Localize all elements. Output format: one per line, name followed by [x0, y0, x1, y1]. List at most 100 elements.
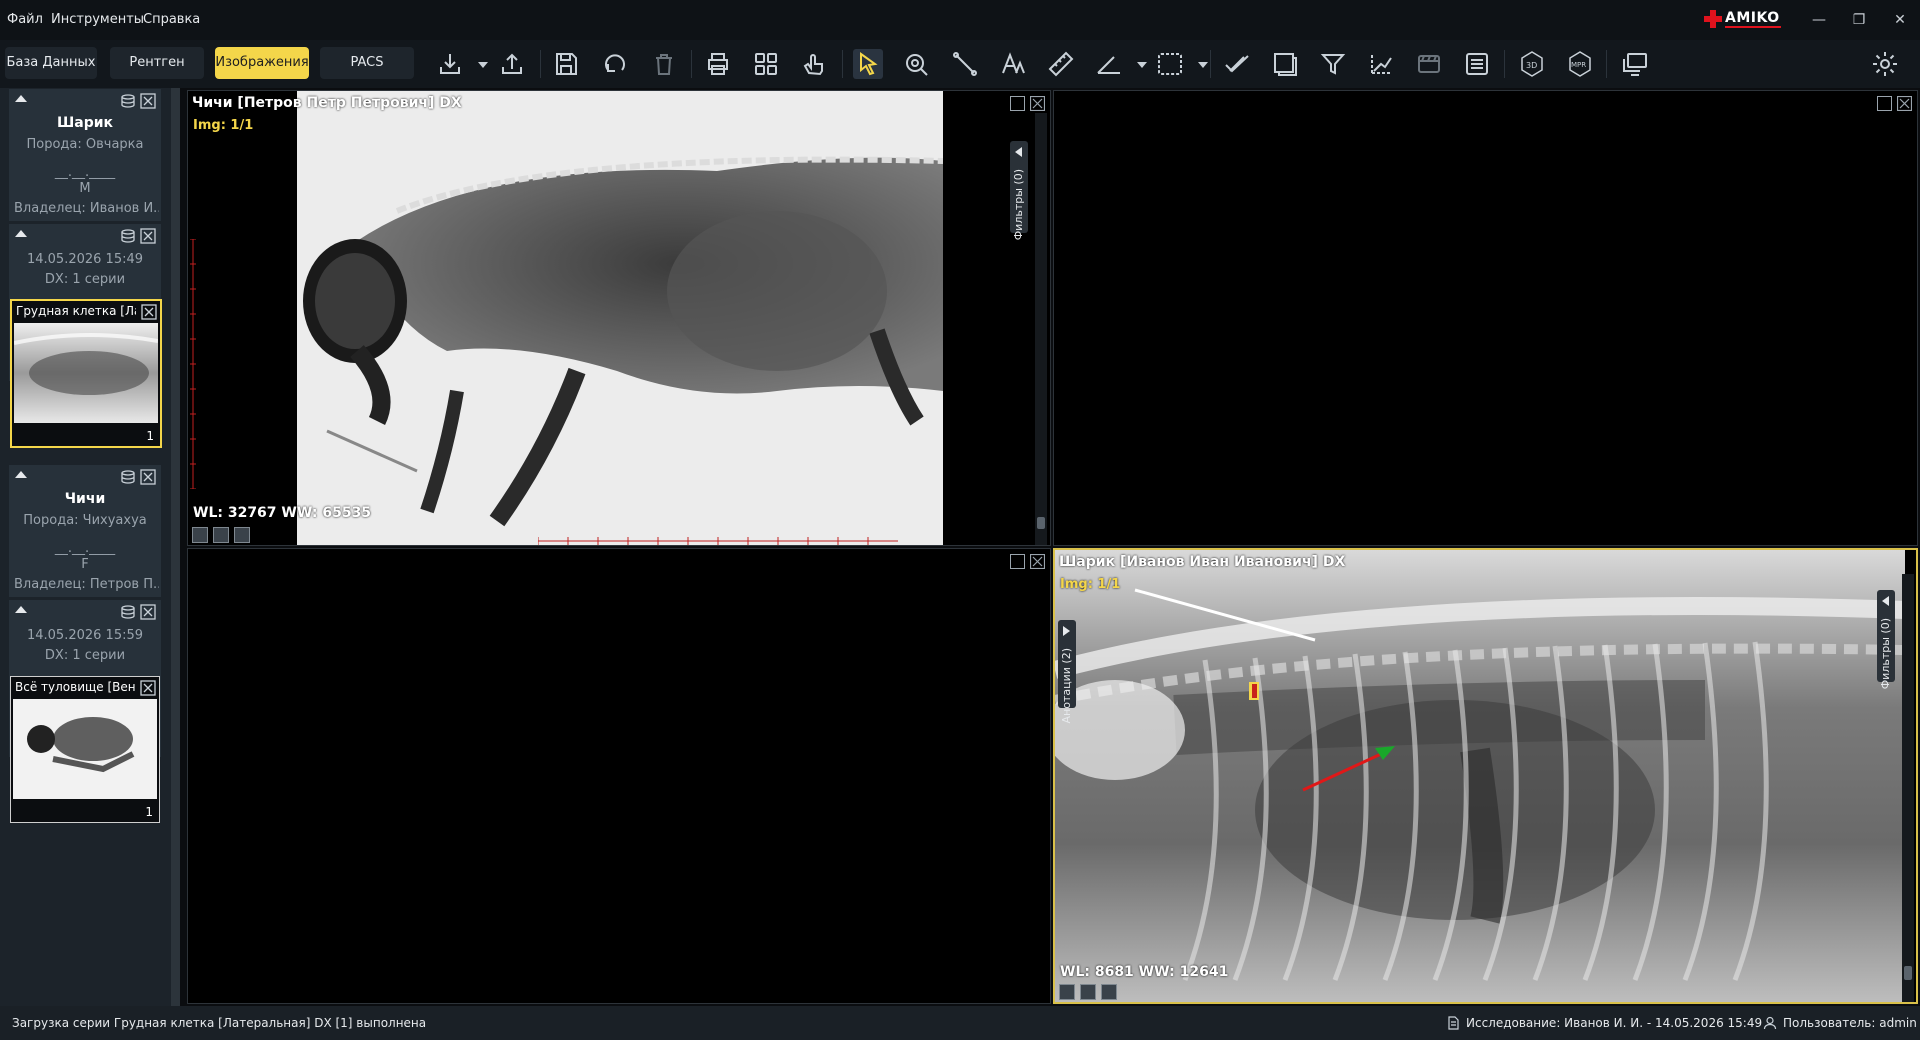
list-icon[interactable] [1462, 49, 1492, 79]
filters-tab[interactable]: Фильтры (0) [1877, 590, 1895, 689]
database-icon[interactable] [120, 469, 136, 485]
settings-icon[interactable] [1870, 49, 1900, 79]
restore-button[interactable]: ❐ [1849, 10, 1869, 30]
status-bar: Загрузка серии Грудная клетка [Латеральн… [0, 1006, 1920, 1040]
layout-icon[interactable] [213, 527, 229, 543]
film-icon[interactable] [1414, 49, 1444, 79]
dropdown-icon[interactable] [468, 49, 488, 79]
measure-icon[interactable] [1366, 49, 1396, 79]
viewport-top-left[interactable]: Чичи [Петров Петр Петрович] DX Img: 1/1 … [187, 90, 1051, 546]
monitor-icon[interactable] [1620, 49, 1650, 79]
viewport-top-right[interactable] [1053, 90, 1918, 546]
dropdown-icon[interactable] [1188, 49, 1208, 79]
save-icon[interactable] [551, 49, 581, 79]
patient-card[interactable]: Чичи Порода: Чихуахуа __.__.____ F Владе… [9, 465, 161, 597]
viewport-title: Шарик [Иванов Иван Иванович] DX [1059, 554, 1346, 570]
pointer-icon[interactable] [853, 49, 883, 79]
viewport-bottom-right[interactable]: Шарик [Иванов Иван Иванович] DX Img: 1/1… [1053, 548, 1918, 1004]
expand-icon [1015, 147, 1022, 157]
series-title: Всё туловище [Вент [15, 680, 135, 694]
close-icon[interactable] [140, 469, 156, 485]
close-icon[interactable] [140, 680, 156, 696]
select-icon[interactable] [1155, 49, 1185, 79]
angle-icon[interactable] [1094, 49, 1124, 79]
minimize-button[interactable]: — [1809, 10, 1829, 30]
nav-pacs-button[interactable]: PACS [320, 47, 414, 79]
nav-xray-button[interactable]: Рентген [110, 47, 204, 79]
scroll-thumb[interactable] [1904, 966, 1912, 980]
brand-name: AMIKO [1725, 10, 1780, 26]
collapse-icon[interactable] [15, 606, 27, 613]
grid-icon[interactable] [751, 49, 781, 79]
database-icon[interactable] [120, 93, 136, 109]
3d-icon[interactable]: 3D [1517, 49, 1547, 79]
nav-database-button[interactable]: База Данных [5, 47, 97, 79]
patient-dob: __.__.____ [54, 541, 116, 556]
check-icon[interactable] [1222, 49, 1252, 79]
collapse-icon[interactable] [15, 471, 27, 478]
trash-icon[interactable] [649, 49, 679, 79]
patient-breed: Порода: Чихуахуа [23, 513, 147, 528]
user-icon [1763, 1016, 1777, 1030]
series-thumbnail[interactable]: Грудная клетка [Лат 1 [10, 299, 162, 448]
collapse-icon[interactable] [15, 230, 27, 237]
image-index: Img: 1/1 [1060, 577, 1121, 592]
database-icon[interactable] [120, 228, 136, 244]
filters-tab[interactable]: Фильтры (0) [1010, 141, 1028, 240]
window-level: WL: 8681 WW: 12641 [1060, 964, 1229, 980]
crop-icon[interactable] [1270, 49, 1300, 79]
annotations-tab[interactable]: Анотации (2) [1058, 620, 1076, 723]
xray-image-chihuahua [297, 91, 943, 545]
close-icon[interactable] [1030, 96, 1045, 111]
amiko-logo: AMIKO [1704, 9, 1786, 31]
rotate-icon[interactable] [600, 49, 630, 79]
viewport-scrollbar[interactable] [1902, 574, 1914, 1002]
mpr-label: MPR [1571, 61, 1586, 69]
print-icon[interactable] [703, 49, 733, 79]
scroll-thumb[interactable] [1037, 517, 1045, 529]
close-icon[interactable] [1897, 96, 1912, 111]
patient-card[interactable]: Шарик Порода: Овчарка __.__.____ M Владе… [9, 89, 161, 221]
series-thumbnail[interactable]: Всё туловище [Вент 1 [10, 676, 160, 823]
status-message: Загрузка серии Грудная клетка [Латеральн… [12, 1016, 427, 1030]
ruler-icon[interactable] [1046, 49, 1076, 79]
study-desc: DX: 1 серии [44, 648, 126, 663]
close-icon[interactable] [140, 604, 156, 620]
download-icon[interactable] [435, 49, 465, 79]
close-icon[interactable] [140, 228, 156, 244]
text-icon[interactable] [998, 49, 1028, 79]
info-icon[interactable] [234, 527, 250, 543]
zoom-icon[interactable] [901, 49, 931, 79]
menu-file[interactable]: Файл [7, 12, 43, 27]
reset-icon[interactable] [192, 527, 208, 543]
layout-icon[interactable] [1080, 984, 1096, 1000]
menu-help[interactable]: Справка [143, 12, 200, 27]
reset-icon[interactable] [1059, 984, 1075, 1000]
database-icon[interactable] [120, 604, 136, 620]
viewport-bottom-left[interactable] [187, 548, 1051, 1004]
viewport-scrollbar[interactable] [1035, 113, 1047, 545]
mpr-icon[interactable]: MPR [1565, 49, 1595, 79]
info-icon[interactable] [1101, 984, 1117, 1000]
close-icon[interactable] [140, 93, 156, 109]
viewport-bottom-tools [1059, 984, 1119, 1000]
sidebar-splitter[interactable] [171, 88, 180, 1006]
dropdown-icon[interactable] [1127, 49, 1147, 79]
collapse-icon[interactable] [15, 95, 27, 102]
annotation-arrow[interactable] [1295, 740, 1405, 800]
viewport-controls [1010, 554, 1048, 570]
toolbar-separator [842, 50, 843, 78]
annotation-marker[interactable] [1245, 680, 1265, 704]
maximize-icon[interactable] [1010, 554, 1025, 569]
filter-icon[interactable] [1318, 49, 1348, 79]
maximize-icon[interactable] [1877, 96, 1892, 111]
line-icon[interactable] [950, 49, 980, 79]
hand-icon[interactable] [799, 49, 829, 79]
menu-tools[interactable]: Инструменты [51, 12, 144, 27]
nav-images-button[interactable]: Изображения [215, 47, 309, 79]
maximize-icon[interactable] [1010, 96, 1025, 111]
close-icon[interactable] [1030, 554, 1045, 569]
close-button[interactable]: ✕ [1890, 10, 1910, 30]
upload-icon[interactable] [497, 49, 527, 79]
close-icon[interactable] [141, 304, 157, 320]
